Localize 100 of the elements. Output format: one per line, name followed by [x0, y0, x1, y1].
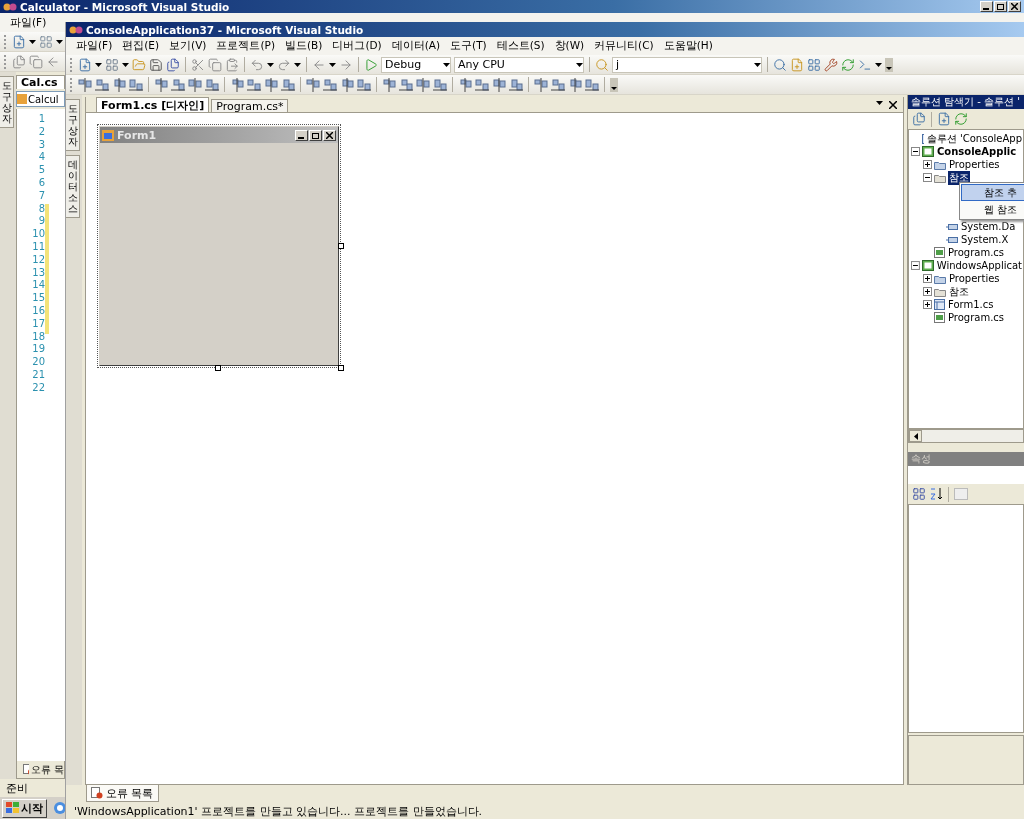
maximize-button[interactable]	[994, 1, 1007, 12]
maximize-button[interactable]	[309, 129, 322, 141]
layout-icon[interactable]	[492, 77, 506, 92]
menu-item[interactable]: 도움말(H)	[663, 39, 713, 53]
menu-item[interactable]: 프로젝트(P)	[216, 39, 275, 53]
layout-icon[interactable]	[188, 77, 202, 92]
layout-icon[interactable]	[458, 77, 472, 92]
document-tab[interactable]: Program.cs*	[211, 99, 289, 112]
side-tab[interactable]: 데이터 소스	[66, 155, 80, 218]
caret-icon[interactable]	[576, 62, 583, 67]
error-list-tab[interactable]: 오류 목	[16, 761, 65, 779]
expander-icon[interactable]	[923, 274, 932, 283]
copy-icon[interactable]	[208, 57, 222, 72]
caret-icon[interactable]	[122, 62, 129, 67]
layout-icon[interactable]	[416, 77, 430, 92]
tree-item[interactable]: Form1.cs	[947, 299, 995, 310]
caret-icon[interactable]	[754, 62, 761, 67]
menu-item[interactable]: 파일(F)	[10, 15, 47, 30]
tree-item[interactable]: System.X	[960, 234, 1010, 245]
expander-icon[interactable]	[911, 147, 920, 156]
class-dropdown[interactable]: Calcul	[16, 91, 65, 107]
layout-icon[interactable]	[475, 77, 489, 92]
document-tab[interactable]: Form1.cs [디자인]	[96, 97, 210, 112]
menu-item[interactable]: 웹 참조	[961, 201, 1024, 218]
menu-item[interactable]: 빌드(B)	[285, 39, 323, 53]
layout-icon[interactable]	[433, 77, 447, 92]
layout-icon[interactable]	[323, 77, 337, 92]
sort-alphabetical-icon[interactable]	[929, 487, 943, 501]
tree-item[interactable]: Program.cs	[947, 247, 1006, 258]
caret-icon[interactable]	[56, 39, 63, 44]
layout-icon[interactable]	[205, 77, 219, 92]
save-icon[interactable]	[149, 57, 163, 72]
close-icon[interactable]	[889, 100, 897, 109]
platform-dropdown[interactable]: Any CPU	[454, 56, 584, 73]
window-icon[interactable]	[807, 57, 821, 72]
expander-icon[interactable]	[911, 261, 920, 270]
start-button[interactable]: 시작	[2, 798, 47, 818]
menu-item[interactable]: 참조 추	[961, 184, 1024, 201]
caret-icon[interactable]	[443, 62, 450, 67]
layout-icon[interactable]	[399, 77, 413, 92]
resize-handle[interactable]	[215, 365, 221, 371]
layout-icon[interactable]	[171, 77, 185, 92]
browser-icon[interactable]	[53, 801, 67, 815]
tools-icon[interactable]	[824, 57, 838, 72]
expander-icon[interactable]	[923, 300, 932, 309]
layout-icon[interactable]	[95, 77, 109, 92]
layout-icon[interactable]	[230, 77, 244, 92]
layout-icon[interactable]	[382, 77, 396, 92]
tree-item[interactable]: ConsoleApplic	[936, 146, 1018, 157]
files-icon[interactable]	[12, 54, 26, 69]
layout-icon[interactable]	[247, 77, 261, 92]
layout-icon[interactable]	[129, 77, 143, 92]
refresh-icon[interactable]	[841, 57, 855, 72]
layout-icon[interactable]	[340, 77, 354, 92]
expander-icon[interactable]	[923, 173, 932, 182]
resize-handle[interactable]	[338, 365, 344, 371]
menu-item[interactable]: 테스트(S)	[496, 39, 545, 53]
tree-item[interactable]: System.Da	[960, 221, 1017, 232]
save-all-icon[interactable]	[166, 57, 180, 72]
expander-icon[interactable]	[923, 287, 932, 296]
tree-item[interactable]: 참조	[948, 284, 970, 299]
layout-icon[interactable]	[551, 77, 565, 92]
caret-icon[interactable]	[267, 62, 274, 67]
layout-icon[interactable]	[281, 77, 295, 92]
caret-icon[interactable]	[29, 39, 36, 44]
close-button[interactable]	[323, 129, 336, 141]
caret-icon[interactable]	[95, 62, 102, 67]
caret-icon[interactable]	[875, 62, 882, 67]
close-button[interactable]	[1008, 1, 1021, 12]
copy-icon[interactable]	[29, 54, 43, 69]
categorized-icon[interactable]	[912, 487, 926, 501]
layout-icon[interactable]	[509, 77, 523, 92]
layout-icon[interactable]	[534, 77, 548, 92]
layout-icon[interactable]	[264, 77, 278, 92]
menu-item[interactable]: 커뮤니티(C)	[594, 39, 654, 53]
tree-item[interactable]: WindowsApplicat	[935, 260, 1023, 271]
show-files-icon[interactable]	[937, 112, 951, 126]
layout-icon[interactable]	[585, 77, 599, 92]
scrollbar[interactable]	[908, 429, 1024, 443]
layout-icon[interactable]	[112, 77, 126, 92]
document-tab[interactable]: Cal.cs	[16, 75, 65, 89]
resize-handle[interactable]	[338, 243, 344, 249]
menu-item[interactable]: 디버그(D)	[332, 39, 382, 53]
menu-item[interactable]: 편집(E)	[122, 39, 160, 53]
menu-item[interactable]: 도구(T)	[450, 39, 487, 53]
refresh-icon[interactable]	[954, 112, 968, 126]
layout-icon[interactable]	[568, 77, 582, 92]
find-field[interactable]: j	[612, 56, 762, 73]
minimize-button[interactable]	[295, 129, 308, 141]
layout-icon[interactable]	[357, 77, 371, 92]
layout-icon[interactable]	[154, 77, 168, 92]
search-icon[interactable]	[773, 57, 787, 72]
paste-icon[interactable]	[225, 57, 239, 72]
left-arrow-icon[interactable]	[913, 432, 918, 440]
minimize-button[interactable]	[980, 1, 993, 12]
caret-icon[interactable]	[294, 62, 301, 67]
tree-item[interactable]: Properties	[948, 273, 1001, 284]
tree-item[interactable]: Properties	[948, 159, 1001, 170]
side-tab[interactable]: 도구 상자	[66, 99, 80, 151]
overflow-icon[interactable]	[610, 77, 618, 92]
